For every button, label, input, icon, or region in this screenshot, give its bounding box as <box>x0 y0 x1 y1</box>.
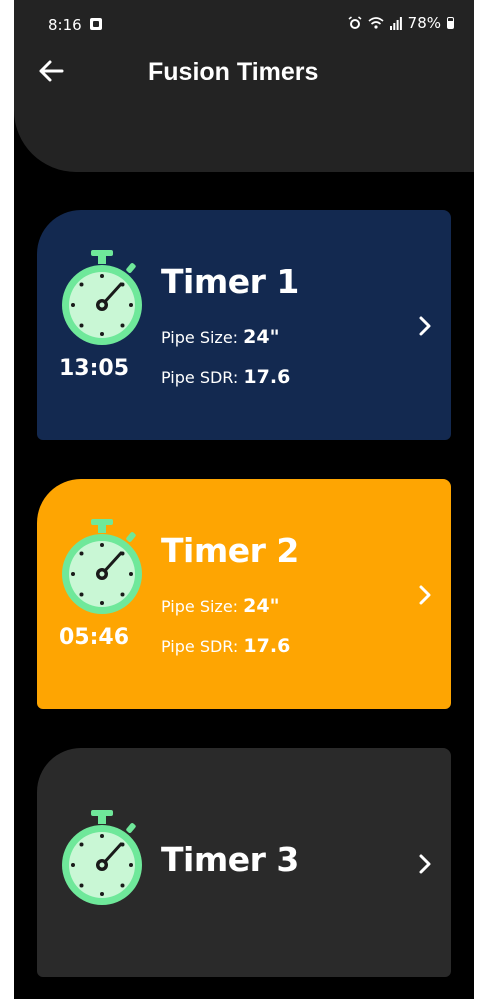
pipe-sdr: Pipe SDR: 17.6 <box>161 366 290 388</box>
back-button[interactable] <box>36 56 72 90</box>
app-screen: 8:16 78% Fusion Timers 13:05 Timer 1 Pip… <box>14 0 474 999</box>
pipe-sdr-value: 17.6 <box>243 635 291 657</box>
stopwatch-icon <box>62 250 142 345</box>
timer-name: Timer 3 <box>161 840 299 879</box>
pipe-sdr-value: 17.6 <box>243 366 291 388</box>
pipe-size: Pipe Size: 24" <box>161 326 280 348</box>
pipe-size-label: Pipe Size: <box>161 597 239 616</box>
pipe-size-value: 24" <box>243 595 280 617</box>
pipe-size-label: Pipe Size: <box>161 328 239 347</box>
arrow-left-icon <box>39 60 64 82</box>
chevron-right-icon <box>419 316 431 336</box>
battery-icon <box>447 17 454 29</box>
timer-name: Timer 2 <box>161 531 299 570</box>
pipe-sdr-label: Pipe SDR: <box>161 368 239 387</box>
page-title: Fusion Timers <box>148 58 319 86</box>
timer-name: Timer 1 <box>161 262 299 301</box>
timer-time: 13:05 <box>59 356 130 381</box>
notification-icon <box>90 18 102 30</box>
wifi-icon <box>368 17 384 29</box>
signal-icon <box>389 17 402 30</box>
chevron-right-icon <box>419 854 431 874</box>
pipe-sdr: Pipe SDR: 17.6 <box>161 635 290 657</box>
pipe-size-value: 24" <box>243 326 280 348</box>
timer-time: 05:46 <box>59 625 130 650</box>
alarm-icon <box>348 16 362 29</box>
top-bar: 8:16 78% Fusion Timers <box>14 0 474 172</box>
pipe-sdr-label: Pipe SDR: <box>161 637 239 656</box>
battery-percent: 78% <box>407 14 441 32</box>
app-header: Fusion Timers <box>14 50 474 96</box>
status-icons: 78% <box>348 14 454 32</box>
status-time: 8:16 <box>48 16 82 34</box>
timer-card-2[interactable]: 05:46 Timer 2 Pipe Size: 24" Pipe SDR: 1… <box>37 479 451 709</box>
timer-card-1[interactable]: 13:05 Timer 1 Pipe Size: 24" Pipe SDR: 1… <box>37 210 451 440</box>
stopwatch-icon <box>62 810 142 905</box>
pipe-size: Pipe Size: 24" <box>161 595 280 617</box>
status-bar: 8:16 78% <box>14 0 474 48</box>
timer-card-3[interactable]: Timer 3 <box>37 748 451 977</box>
stopwatch-icon <box>62 519 142 614</box>
chevron-right-icon <box>419 585 431 605</box>
